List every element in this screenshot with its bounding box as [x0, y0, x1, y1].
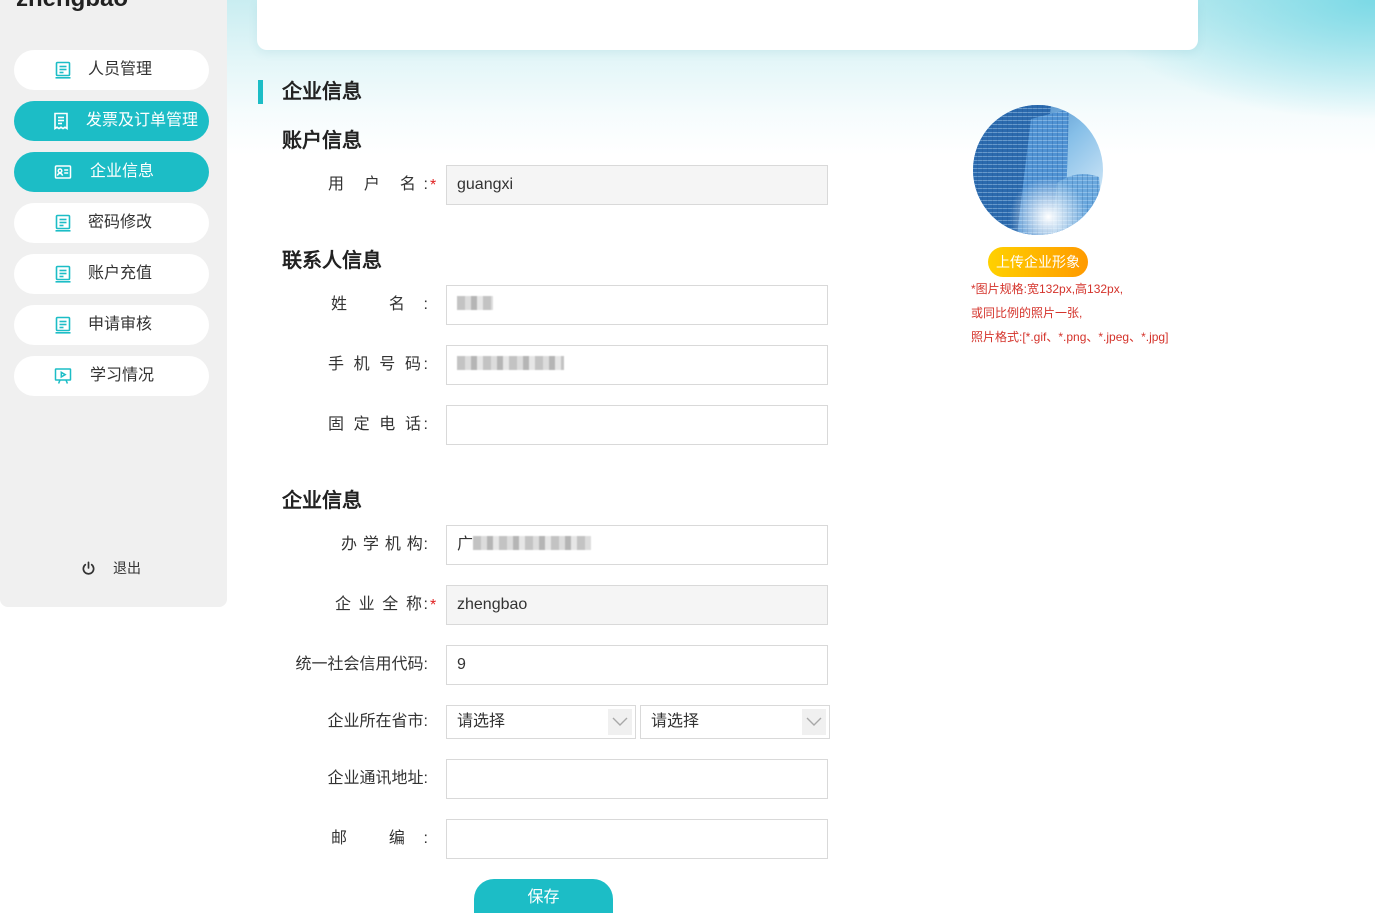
- masked-value: [457, 296, 493, 311]
- save-button[interactable]: 保存: [474, 879, 613, 913]
- brand-name: zhengbao: [16, 0, 128, 12]
- upload-image-button[interactable]: 上传企业形象: [988, 247, 1088, 277]
- required-mark: *: [430, 177, 437, 194]
- institution-value: 广: [457, 536, 474, 553]
- address-field[interactable]: [446, 759, 828, 799]
- city-select[interactable]: 请选择: [640, 705, 830, 739]
- sidebar-item-label: 人员管理: [88, 61, 153, 78]
- masked-value: [457, 356, 564, 371]
- mobile-label: 手 机 号 码:: [328, 356, 428, 373]
- logout-button[interactable]: 退出: [78, 556, 148, 580]
- company-image: [973, 105, 1103, 235]
- section-heading-account: 账户信息: [282, 130, 362, 152]
- contact-name-field[interactable]: [446, 285, 828, 325]
- document-icon: [54, 316, 72, 334]
- company-full-name-label: 企 业 全 称:: [335, 596, 428, 613]
- sidebar-item-personnel[interactable]: 人员管理: [14, 50, 209, 90]
- province-city-label: 企业所在省市:: [327, 713, 428, 730]
- chevron-down-icon: [802, 709, 826, 735]
- top-card: [257, 0, 1198, 50]
- document-icon: [54, 214, 72, 232]
- image-requirement-line: 或同比例的照片一张,: [971, 306, 1083, 320]
- credit-code-field[interactable]: [446, 645, 828, 685]
- username-field[interactable]: [446, 165, 828, 205]
- section-heading-company: 企业信息: [282, 490, 362, 512]
- contact-name-label: 姓 名:: [331, 296, 428, 313]
- landline-label: 固 定 电 话:: [328, 416, 428, 433]
- sidebar-item-invoices-orders[interactable]: 发票及订单管理: [14, 101, 209, 141]
- power-icon: [81, 561, 96, 576]
- credit-code-label: 统一社会信用代码:: [295, 656, 428, 673]
- page-title: 企业信息: [282, 81, 362, 103]
- presentation-icon: [54, 367, 72, 385]
- sidebar-item-label: 企业信息: [90, 163, 155, 180]
- masked-value: [473, 536, 592, 551]
- postcode-field[interactable]: [446, 819, 828, 859]
- institution-label: 办 学 机 构:: [341, 536, 428, 553]
- required-mark: *: [430, 597, 437, 614]
- sidebar-item-label: 学习情况: [90, 367, 155, 384]
- section-heading-contact: 联系人信息: [282, 250, 382, 272]
- address-label: 企业通讯地址:: [327, 770, 428, 787]
- sidebar-item-label: 密码修改: [88, 214, 153, 231]
- document-icon: [54, 265, 72, 283]
- city-select-value: 请选择: [651, 713, 700, 730]
- postcode-label: 邮 编:: [331, 830, 428, 847]
- username-label: 用 户 名:: [328, 176, 428, 193]
- image-requirements: *图片规格:宽132px,高132px, 或同比例的照片一张, 照片格式:[*.…: [971, 277, 1207, 349]
- logout-label: 退出: [113, 560, 141, 576]
- landline-field[interactable]: [446, 405, 828, 445]
- sidebar-item-recharge[interactable]: 账户充值: [14, 254, 209, 294]
- sidebar: zhengbao 人员管理 发票及订单管理 企业信息 密码修改 账户充值: [0, 0, 227, 607]
- sidebar-item-label: 申请审核: [88, 316, 153, 333]
- company-full-name-field[interactable]: [446, 585, 828, 625]
- sidebar-item-password[interactable]: 密码修改: [14, 203, 209, 243]
- receipt-icon: [52, 112, 70, 130]
- sidebar-item-company-info[interactable]: 企业信息: [14, 152, 209, 192]
- mobile-field[interactable]: [446, 345, 828, 385]
- province-select[interactable]: 请选择: [446, 705, 636, 739]
- chevron-down-icon: [608, 709, 632, 735]
- image-requirement-line: *图片规格:宽132px,高132px,: [971, 282, 1124, 296]
- id-card-icon: [54, 163, 72, 181]
- image-requirement-line: 照片格式:[*.gif、*.png、*.jpeg、*.jpg]: [971, 330, 1169, 344]
- document-icon: [54, 61, 72, 79]
- sidebar-item-label: 发票及订单管理: [86, 112, 199, 129]
- institution-field[interactable]: 广: [446, 525, 828, 565]
- sidebar-item-learning[interactable]: 学习情况: [14, 356, 209, 396]
- province-select-value: 请选择: [457, 713, 506, 730]
- sidebar-item-review[interactable]: 申请审核: [14, 305, 209, 345]
- sidebar-item-label: 账户充值: [88, 265, 153, 282]
- title-accent-bar: [258, 80, 263, 104]
